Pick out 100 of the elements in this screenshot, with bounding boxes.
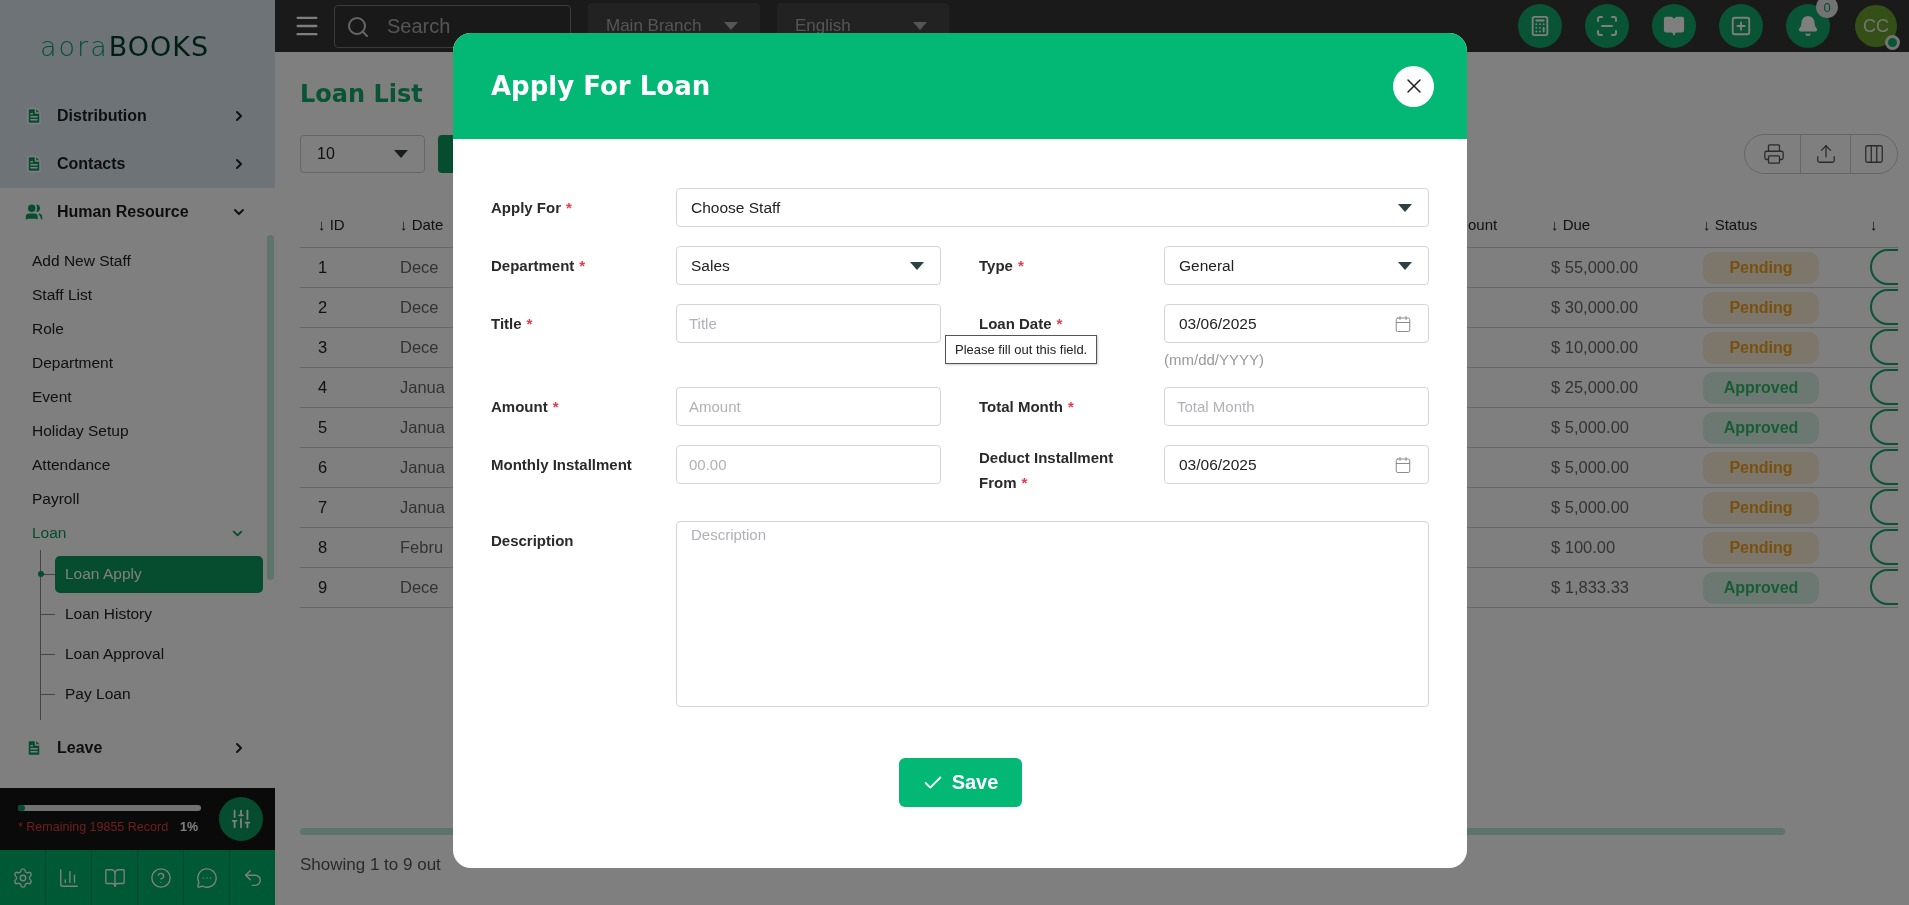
date-field[interactable]: 03/06/2025 (1164, 304, 1429, 343)
table-cell: 2 (318, 298, 328, 317)
table-cell: 6 (318, 458, 328, 477)
dialog-title: Apply For Loan (491, 71, 711, 101)
bar-chart-icon (57, 866, 80, 889)
caret-icon (1398, 203, 1412, 212)
table-cell: $ 5,000.00 (1551, 418, 1629, 437)
caret-icon (1398, 261, 1412, 270)
settings-icon (11, 866, 34, 889)
column-header[interactable]: ↓ Status (1703, 216, 1758, 233)
columns-icon (1863, 143, 1885, 165)
calculator-button[interactable] (1518, 4, 1562, 48)
status-badge: Pending (1703, 251, 1819, 284)
input-field[interactable]: Amount (676, 387, 941, 426)
input-field[interactable]: 00.00 (676, 445, 941, 484)
table-cell: $ 5,000.00 (1551, 458, 1629, 477)
sidebar-section[interactable]: Contacts (0, 140, 275, 188)
status-badge: Approved (1703, 371, 1819, 404)
upload-icon (1814, 143, 1837, 165)
table-cell: 5 (318, 418, 328, 437)
column-header[interactable]: ↓ (1870, 216, 1878, 233)
field-label: Monthly Installment (491, 455, 633, 475)
table-cell: 1 (318, 258, 328, 277)
select-field[interactable]: Sales (676, 246, 941, 285)
field-label: Loan Date * (979, 314, 1064, 334)
calendar-icon (1394, 314, 1412, 333)
status-badge: Pending (1703, 531, 1819, 564)
input-field[interactable]: Title (676, 304, 941, 343)
sidebar-item[interactable]: Department (0, 346, 275, 380)
close-button[interactable] (1393, 65, 1434, 107)
sidebar-item[interactable]: Payroll (0, 482, 275, 516)
field-label: Amount * (491, 397, 560, 417)
calendar-icon (1394, 455, 1412, 474)
sliders-button[interactable] (219, 797, 263, 841)
table-cell: 9 (318, 578, 328, 597)
status-badge: Pending (1703, 291, 1819, 324)
field-label: Total Month * (979, 397, 1075, 417)
book-icon (1663, 15, 1685, 37)
sidebar-item[interactable]: Loan (0, 516, 275, 550)
add-button[interactable] (1719, 4, 1763, 48)
online-dot (1885, 35, 1900, 50)
column-header[interactable]: ↓ Due (1551, 216, 1591, 233)
table-cell: $ 100.00 (1551, 538, 1616, 557)
notification-count: 0 (1816, 0, 1838, 18)
sidebar-subitem[interactable]: Loan History (55, 595, 263, 633)
sidebar-subitem[interactable]: Loan Apply (55, 555, 263, 593)
table-cell: Janua (400, 498, 445, 517)
status-badge: Approved (1703, 411, 1819, 444)
field-label: Apply For * (491, 198, 573, 218)
page-title: Loan List (300, 80, 423, 108)
description-field[interactable]: Description (676, 521, 1429, 707)
column-header[interactable]: ount (1468, 216, 1498, 233)
scan-icon (1595, 14, 1619, 38)
field-label: Title * (491, 314, 534, 334)
printer-icon (1762, 143, 1785, 165)
input-field[interactable]: Total Month (1164, 387, 1429, 426)
remaining-records: * Remaining 19855 Record (18, 819, 169, 834)
notifications-button[interactable] (1786, 4, 1830, 48)
table-cell: 8 (318, 538, 328, 557)
pagination-info: Showing 1 to 9 out (300, 855, 442, 875)
usage-percent: 1% (180, 819, 199, 834)
book-icon (103, 866, 126, 889)
plus-icon (1730, 15, 1752, 37)
table-cell: 4 (318, 378, 328, 397)
logo: aora BOOKS (0, 0, 275, 92)
sidebar-item[interactable]: Add New Staff (0, 244, 275, 278)
field-label: Description (491, 531, 575, 551)
sidebar-item[interactable]: Attendance (0, 448, 275, 482)
status-badge: Pending (1703, 451, 1819, 484)
select-field[interactable]: General (1164, 246, 1429, 285)
field-label: Type * (979, 256, 1025, 276)
sidebar-item[interactable]: Holiday Setup (0, 414, 275, 448)
select-field[interactable]: Choose Staff (676, 188, 1429, 227)
sidebar-item[interactable]: Staff List (0, 278, 275, 312)
sidebar-item[interactable]: Event (0, 380, 275, 414)
scan-button[interactable] (1585, 4, 1629, 48)
sliders-icon (230, 808, 252, 830)
sidebar-item[interactable]: Role (0, 312, 275, 346)
book-button[interactable] (1652, 4, 1696, 48)
validation-tooltip: Please fill out this field. (945, 335, 1098, 364)
scrollbar-thumb[interactable] (267, 235, 274, 580)
table-cell: Janua (400, 418, 445, 437)
column-header[interactable]: ↓ Date (400, 216, 444, 233)
caret-icon (910, 261, 924, 270)
sidebar-subitem[interactable]: Pay Loan (55, 675, 263, 713)
save-button[interactable]: Save (898, 758, 1022, 807)
table-cell: Dece (400, 298, 439, 317)
sidebar-subitem[interactable]: Loan Approval (55, 635, 263, 673)
page-size-select[interactable]: 10 (300, 135, 425, 173)
date-field[interactable]: 03/06/2025 (1164, 445, 1429, 484)
column-header[interactable]: ↓ ID (318, 216, 345, 233)
status-badge: Approved (1703, 571, 1819, 604)
status-badge: Pending (1703, 491, 1819, 524)
sidebar-section[interactable]: Distribution (0, 92, 275, 140)
caret-icon (724, 22, 738, 30)
table-cell: Dece (400, 338, 439, 357)
active-dot (38, 571, 44, 577)
document-icon (25, 107, 43, 125)
chat-icon (195, 866, 218, 889)
table-cell: $ 5,000.00 (1551, 498, 1629, 517)
